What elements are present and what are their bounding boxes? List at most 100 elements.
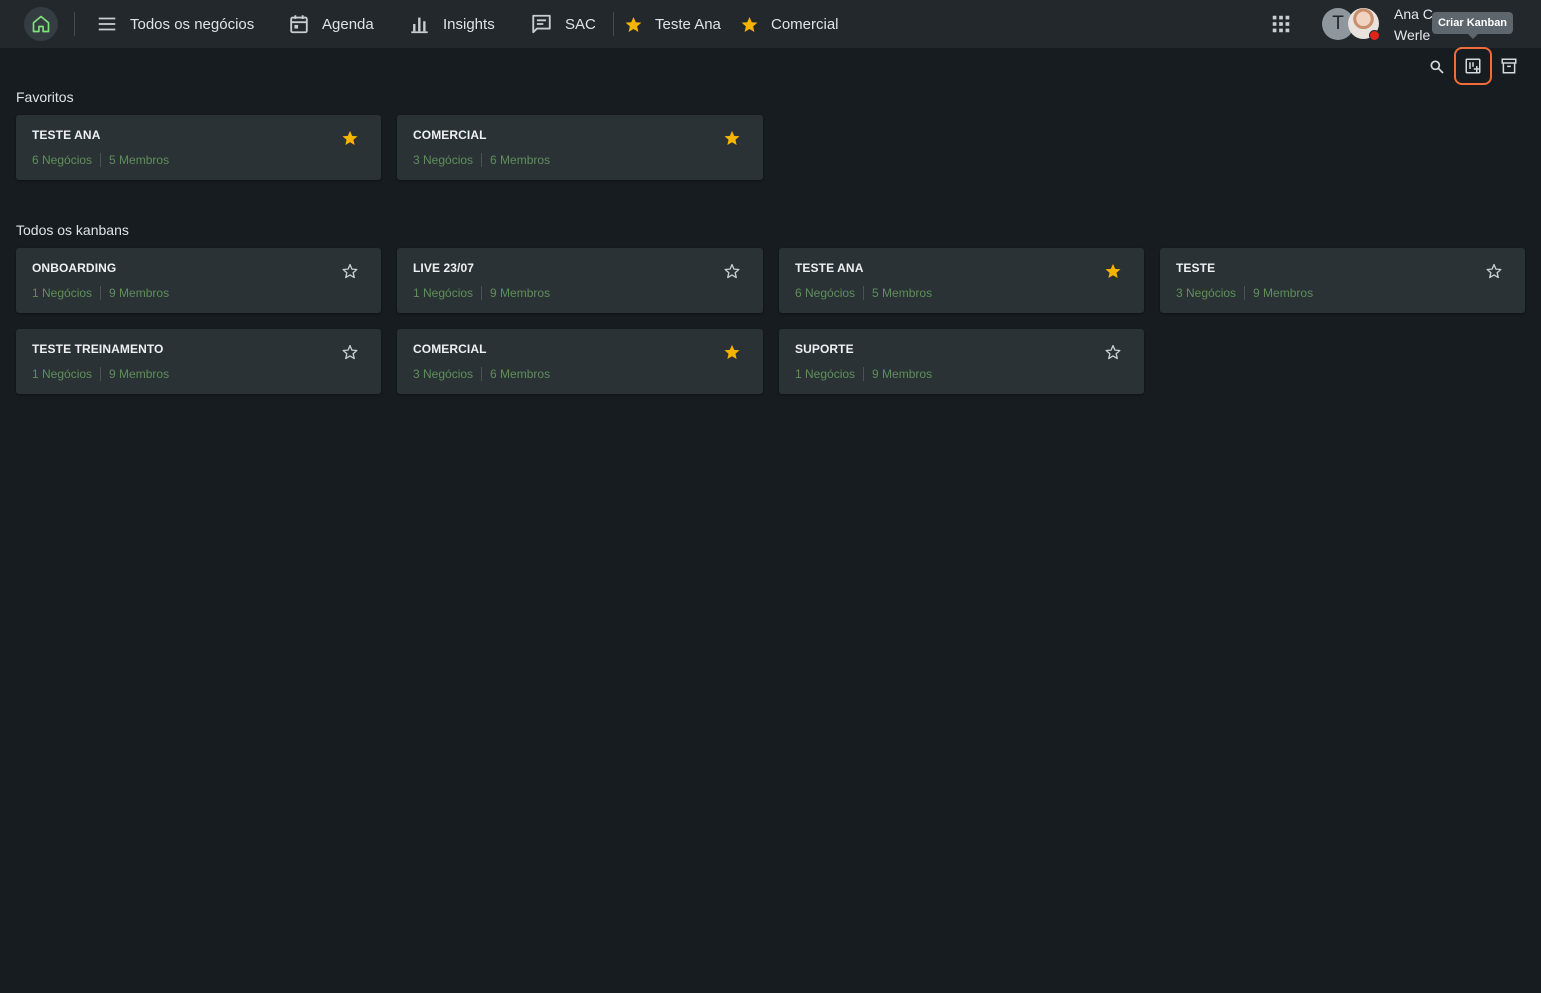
favorite-toggle[interactable] (1485, 262, 1503, 280)
user-name[interactable]: Ana C Werle (1394, 4, 1436, 46)
star-outline-icon (724, 263, 740, 279)
deals-count: 3 Negócios (413, 367, 474, 381)
star-icon (741, 16, 758, 32)
status-indicator (1369, 30, 1380, 41)
search-button[interactable] (1426, 56, 1448, 78)
star-icon (724, 130, 740, 146)
kanban-card[interactable]: COMERCIAL 3 Negócios 6 Membros (397, 115, 763, 180)
nav-sac[interactable]: SAC (530, 0, 596, 48)
star-outline-icon (1486, 263, 1502, 279)
top-navigation-bar: Todos os negócios Agenda Insights SAC Te… (0, 0, 1541, 48)
deals-count: 1 Negócios (32, 367, 93, 381)
meta-divider (100, 367, 102, 381)
kanban-card-meta: 3 Negócios 9 Membros (1176, 286, 1313, 300)
kanban-card-meta: 1 Negócios 9 Membros (413, 286, 550, 300)
favorites-section-title: Favoritos (16, 89, 74, 105)
star-icon (1105, 263, 1121, 279)
meta-divider (481, 286, 483, 300)
kanban-card-title: COMERCIAL (413, 128, 487, 142)
nav-fav-teste-ana-label: Teste Ana (655, 15, 721, 33)
kanban-card[interactable]: ONBOARDING 1 Negócios 9 Membros (16, 248, 381, 313)
kanban-card-title: TESTE TREINAMENTO (32, 342, 164, 356)
members-count: 6 Membros (490, 367, 551, 381)
all-kanbans-section-title: Todos os kanbans (16, 222, 129, 238)
kanban-card-meta: 3 Negócios 6 Membros (413, 367, 550, 381)
create-kanban-button[interactable] (1454, 47, 1492, 85)
apps-grid-button[interactable] (1270, 13, 1292, 35)
deals-count: 1 Negócios (795, 367, 856, 381)
home-button[interactable] (24, 7, 58, 41)
kanban-card[interactable]: LIVE 23/07 1 Negócios 9 Membros (397, 248, 763, 313)
meta-divider (863, 367, 865, 381)
deals-count: 1 Negócios (413, 286, 474, 300)
kanban-card[interactable]: TESTE ANA 6 Negócios 5 Membros (16, 115, 381, 180)
nav-all-deals-label: Todos os negócios (130, 15, 255, 33)
meta-divider (100, 153, 102, 167)
kanban-card-title: ONBOARDING (32, 261, 117, 275)
kanban-card-title: SUPORTE (795, 342, 854, 356)
favorite-toggle[interactable] (341, 343, 359, 361)
kanban-card-meta: 1 Negócios 9 Membros (32, 286, 169, 300)
favorite-toggle[interactable] (341, 262, 359, 280)
members-count: 5 Membros (109, 153, 170, 167)
kanban-card[interactable]: TESTE ANA 6 Negócios 5 Membros (779, 248, 1144, 313)
kanban-card-title: TESTE ANA (795, 261, 864, 275)
chat-icon (532, 14, 551, 34)
nav-insights-label: Insights (443, 15, 495, 33)
deals-count: 6 Negócios (795, 286, 856, 300)
nav-fav-comercial[interactable]: Comercial (740, 0, 839, 48)
nav-fav-teste-ana[interactable]: Teste Ana (624, 0, 721, 48)
archive-icon (1501, 58, 1517, 74)
kanban-card-meta: 3 Negócios 6 Membros (413, 153, 550, 167)
members-count: 6 Membros (490, 153, 551, 167)
favorite-toggle[interactable] (723, 343, 741, 361)
kanban-card-title: LIVE 23/07 (413, 261, 475, 275)
kanban-card-meta: 6 Negócios 5 Membros (795, 286, 932, 300)
search-icon (1430, 60, 1444, 74)
kanban-card-meta: 1 Negócios 9 Membros (32, 367, 169, 381)
meta-divider (100, 286, 102, 300)
apps-grid-icon (1272, 15, 1290, 33)
home-icon (32, 15, 50, 33)
meta-divider (481, 367, 483, 381)
members-count: 9 Membros (109, 367, 170, 381)
nav-agenda[interactable]: Agenda (288, 0, 374, 48)
favorite-toggle[interactable] (1104, 262, 1122, 280)
deals-count: 3 Negócios (1176, 286, 1237, 300)
archive-button[interactable] (1498, 55, 1520, 77)
meta-divider (1244, 286, 1246, 300)
create-kanban-tooltip: Criar Kanban (1432, 12, 1513, 39)
bar-chart-icon (411, 17, 428, 34)
star-outline-icon (342, 263, 358, 279)
favorite-toggle[interactable] (341, 129, 359, 147)
members-count: 9 Membros (109, 286, 170, 300)
user-name-line2: Werle (1394, 27, 1431, 43)
deals-count: 3 Negócios (413, 153, 474, 167)
kanban-card-title: COMERCIAL (413, 342, 487, 356)
kanban-add-icon (1465, 58, 1481, 74)
members-count: 9 Membros (872, 367, 933, 381)
kanban-card-title: TESTE ANA (32, 128, 101, 142)
kanban-card-meta: 1 Negócios 9 Membros (795, 367, 932, 381)
nav-sac-label: SAC (565, 15, 596, 33)
nav-divider (613, 12, 614, 36)
members-count: 9 Membros (490, 286, 551, 300)
star-outline-icon (342, 344, 358, 360)
kanban-card[interactable]: COMERCIAL 3 Negócios 6 Membros (397, 329, 763, 394)
workspace-avatar-initial: T (1332, 13, 1344, 34)
star-outline-icon (1105, 344, 1121, 360)
favorite-toggle[interactable] (723, 129, 741, 147)
nav-all-deals[interactable]: Todos os negócios (96, 0, 254, 48)
kanban-card-meta: 6 Negócios 5 Membros (32, 153, 169, 167)
kanban-card[interactable]: TESTE 3 Negócios 9 Membros (1160, 248, 1525, 313)
calendar-icon (290, 15, 308, 34)
deals-count: 1 Negócios (32, 286, 93, 300)
favorite-toggle[interactable] (723, 262, 741, 280)
nav-insights[interactable]: Insights (408, 0, 495, 48)
kanban-card[interactable]: TESTE TREINAMENTO 1 Negócios 9 Membros (16, 329, 381, 394)
kanban-card[interactable]: SUPORTE 1 Negócios 9 Membros (779, 329, 1144, 394)
favorite-toggle[interactable] (1104, 343, 1122, 361)
menu-icon (98, 17, 116, 31)
kanban-card-title: TESTE (1176, 261, 1216, 275)
nav-agenda-label: Agenda (322, 15, 374, 33)
